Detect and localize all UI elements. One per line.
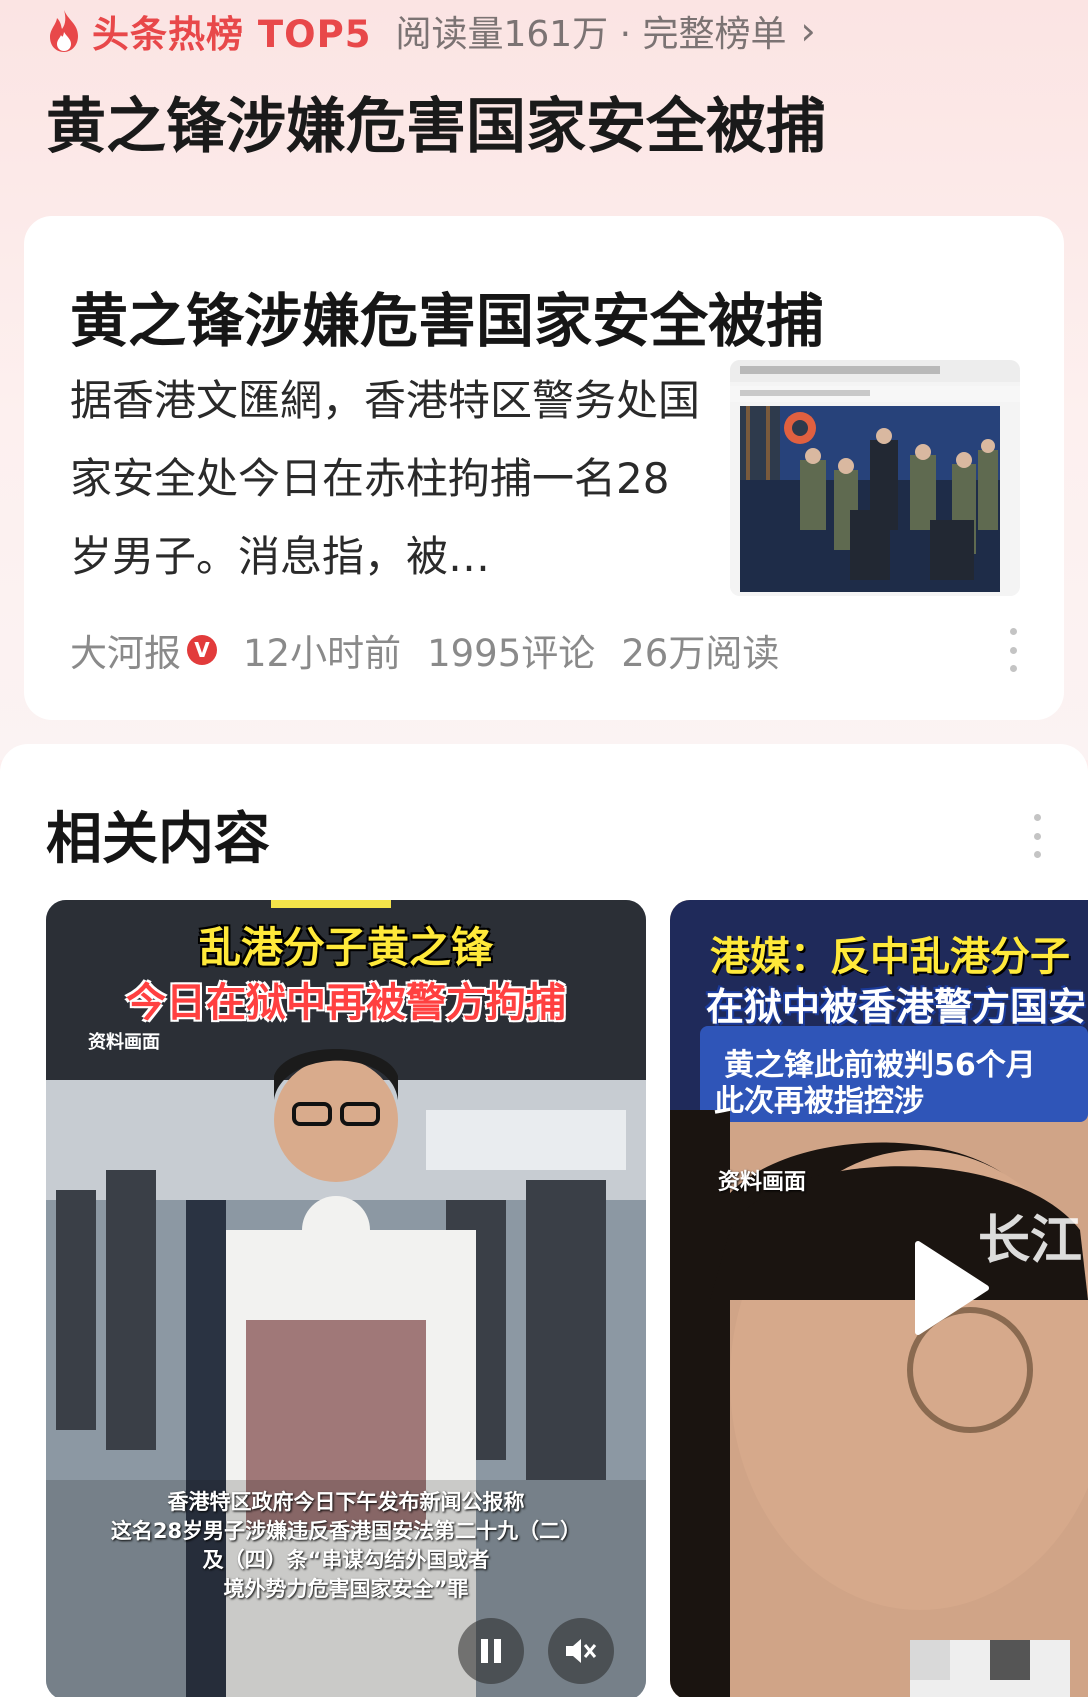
hot-list-bar[interactable]: 头条热榜 TOP5 阅读量161万 · 完整榜单 › <box>44 6 816 56</box>
pause-icon <box>481 1639 501 1663</box>
video-1-archive-label: 资料画面 <box>88 1032 160 1053</box>
news-reads: 26万阅读 <box>621 632 780 675</box>
hot-list-meta[interactable]: 阅读量161万 · 完整榜单 <box>395 5 786 57</box>
video-2-caption-top: 港媒：反中乱港分子 <box>710 934 1070 980</box>
more-options-icon[interactable] <box>1006 628 1020 672</box>
play-icon[interactable] <box>910 1240 990 1336</box>
news-meta: 大河报 V 12小时前 1995评论 26万阅读 <box>70 620 779 680</box>
hot-list-title: 头条热榜 TOP5 <box>92 13 372 56</box>
video-1-subtitle-line: 境外势力危害国家安全”罪 <box>223 1577 469 1601</box>
video-2-watermark: 长江 <box>978 1211 1083 1271</box>
related-more-icon[interactable] <box>1030 814 1044 858</box>
speaker-muted-icon <box>566 1639 597 1663</box>
related-title: 相关内容 <box>46 807 270 872</box>
news-title[interactable]: 黄之锋涉嫌危害国家安全被捕 <box>70 274 824 358</box>
video-1-caption-sub: 今日在狱中再被警方拘捕 <box>126 980 566 1026</box>
video-2-caption-box-2: 此次再被指控涉 <box>714 1084 924 1119</box>
related-video-1[interactable]: 乱港分子黄之锋 今日在狱中再被警方拘捕 资料画面 香港特区政府今日下午发布新闻公… <box>46 900 646 1697</box>
mute-button[interactable] <box>548 1618 614 1684</box>
topic-headline: 黄之锋涉嫌危害国家安全被捕 <box>46 92 826 162</box>
news-photo <box>730 360 1020 596</box>
video-2-archive-label: 资料画面 <box>718 1170 807 1195</box>
video-1-subtitle-line: 香港特区政府今日下午发布新闻公报称 <box>167 1490 525 1514</box>
video-2-caption-sub: 在狱中被香港警方国安 <box>706 985 1087 1029</box>
news-summary[interactable]: 据香港文匯網，香港特区警务处国家安全处今日在赤柱拘捕一名28岁男子。消息指，被… <box>70 362 710 596</box>
video-1-subtitle-line: 及（四）条“串谋勾结外国或者 <box>202 1548 490 1572</box>
video-1-subtitles: 香港特区政府今日下午发布新闻公报称 这名28岁男子涉嫌违反香港国安法第二十九（二… <box>46 1488 646 1604</box>
news-thumbnail[interactable] <box>730 360 1020 596</box>
verified-badge-icon: V <box>187 635 217 665</box>
video-1-subtitle-line: 这名28岁男子涉嫌违反香港国安法第二十九（二） <box>110 1519 582 1543</box>
related-section: 相关内容 乱港分子黄之锋 今日在狱中再被警方拘捕 资料画面 香港特区政府今日下午… <box>0 744 1088 1697</box>
news-card[interactable]: 黄之锋涉嫌危害国家安全被捕 据香港文匯網，香港特区警务处国家安全处今日在赤柱拘捕… <box>24 216 1064 720</box>
news-time: 12小时前 <box>243 632 402 675</box>
flame-icon <box>50 10 78 52</box>
related-video-2[interactable]: 港媒：反中乱港分子 在狱中被香港警方国安 黄之锋此前被判56个月 此次再被指控涉… <box>670 900 1088 1697</box>
pause-button[interactable] <box>458 1618 524 1684</box>
news-source[interactable]: 大河报 <box>70 623 181 677</box>
video-1-caption-top: 乱港分子黄之锋 <box>198 923 493 972</box>
chevron-right-icon[interactable]: › <box>800 9 815 53</box>
news-comments: 1995评论 <box>427 632 596 675</box>
